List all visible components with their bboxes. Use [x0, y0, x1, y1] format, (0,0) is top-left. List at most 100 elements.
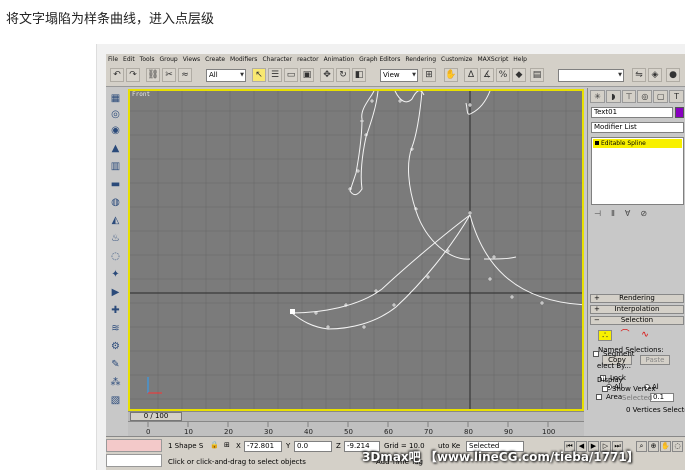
select-object-icon[interactable]: ↖ — [252, 68, 266, 82]
vertex-18[interactable] — [468, 211, 472, 215]
segment-level-icon[interactable]: ⌒ — [618, 330, 632, 341]
bind-spacewarp-icon[interactable]: ≈ — [178, 68, 192, 82]
menu-customize[interactable]: Customize — [441, 54, 473, 65]
vertex-15[interactable] — [362, 325, 366, 329]
object-color-swatch[interactable] — [675, 107, 684, 118]
pan-icon[interactable]: ✋ — [660, 441, 671, 452]
make-unique-icon[interactable]: ∀ — [625, 209, 630, 221]
menu-rendering[interactable]: Rendering — [405, 54, 436, 65]
sphere-icon[interactable]: ◉ — [109, 124, 122, 137]
y-coord-field[interactable]: 0.0 — [294, 441, 332, 452]
cylinder-icon[interactable]: ◎ — [109, 108, 122, 121]
rollout-selection[interactable]: − Selection — [590, 316, 684, 325]
mirror-icon[interactable]: ⇋ — [632, 68, 646, 82]
maxscript-listener-mini[interactable] — [106, 439, 162, 452]
material-editor-icon[interactable]: ● — [666, 68, 680, 82]
spline-stroke-hook[interactable] — [394, 91, 425, 103]
show-end-result-icon[interactable]: Ⅱ — [611, 209, 615, 221]
vertex-23[interactable] — [468, 103, 472, 107]
spline-stroke-bend[interactable] — [408, 91, 471, 260]
paste-button[interactable]: Paste — [640, 355, 670, 365]
menu-modifiers[interactable]: Modifiers — [230, 54, 257, 65]
vertex-5[interactable] — [370, 99, 374, 103]
modify-tab-icon[interactable]: ◗ — [605, 90, 621, 103]
hierarchy-tab-icon[interactable]: ⊤ — [621, 90, 637, 103]
align-icon[interactable]: ◈ — [648, 68, 662, 82]
grid-icon[interactable]: ▥ — [109, 160, 122, 173]
area-selection-checkbox[interactable] — [596, 394, 602, 400]
rollout-interpolation[interactable]: + Interpolation — [590, 305, 684, 314]
time-slider-track[interactable]: 0 / 100 — [128, 411, 584, 421]
redo-icon[interactable]: ↷ — [126, 68, 140, 82]
rollout-rendering[interactable]: + Rendering — [590, 294, 684, 303]
link-icon[interactable]: ⛓ — [146, 68, 160, 82]
named-selection-dropdown[interactable] — [558, 69, 624, 82]
area-selection-spinner[interactable]: 0.1 — [650, 393, 674, 402]
viewport-label[interactable]: Front — [132, 91, 150, 98]
systems-icon[interactable]: ⚙ — [109, 340, 122, 353]
zoom-all-icon[interactable]: ⊕ — [648, 441, 659, 452]
box-icon[interactable]: ▦ — [109, 92, 122, 105]
menu-character[interactable]: Character — [262, 54, 292, 65]
menu-reactor[interactable]: reactor — [297, 54, 319, 65]
lock-selection-icon[interactable]: 🔒 — [210, 441, 219, 449]
percent-snap-icon[interactable]: % — [496, 68, 510, 82]
vertex-16[interactable] — [392, 303, 396, 307]
menu-views[interactable]: Views — [183, 54, 200, 65]
menu-file[interactable]: File — [108, 54, 118, 65]
vertex-4[interactable] — [360, 119, 364, 123]
move-icon[interactable]: ✥ — [320, 68, 334, 82]
vertex-level-icon[interactable]: ∴ — [598, 330, 612, 341]
menu-help[interactable]: Help — [513, 54, 527, 65]
menu-maxscript[interactable]: MAXScript — [478, 54, 509, 65]
window-crossing-icon[interactable]: ▣ — [300, 68, 314, 82]
scale-icon[interactable]: ◧ — [352, 68, 366, 82]
ref-coord-dropdown[interactable]: View — [380, 69, 418, 82]
maxscript-output-mini[interactable] — [106, 454, 162, 467]
absolute-mode-icon[interactable]: ⊞ — [224, 441, 230, 449]
vertex-20[interactable] — [510, 295, 514, 299]
show-vertex-checkbox[interactable] — [602, 386, 608, 392]
motion-tab-icon[interactable]: ◎ — [637, 90, 653, 103]
select-manipulate-icon[interactable]: ✋ — [444, 68, 458, 82]
menu-tools[interactable]: Tools — [140, 54, 155, 65]
x-coord-field[interactable]: -72.801 — [244, 441, 282, 452]
menu-group[interactable]: Group — [159, 54, 177, 65]
selection-filter-dropdown[interactable]: All — [206, 69, 246, 82]
layer-icon[interactable]: ▬ — [109, 178, 122, 191]
light-icon[interactable]: ✦ — [109, 268, 122, 281]
remove-modifier-icon[interactable]: ⊘ — [640, 209, 647, 221]
menu-create[interactable]: Create — [205, 54, 225, 65]
pivot-icon[interactable]: ⊞ — [422, 68, 436, 82]
torus-icon[interactable]: ◌ — [109, 250, 122, 263]
first-vertex-marker[interactable] — [290, 309, 295, 314]
object-name-field[interactable]: Text01 — [591, 107, 673, 118]
arc-rotate-icon[interactable]: ◌ — [672, 441, 683, 452]
menu-graph-editors[interactable]: Graph Editors — [359, 54, 400, 65]
named-selection-icon[interactable]: ▤ — [530, 68, 544, 82]
spline-stroke-sweep[interactable] — [291, 214, 582, 314]
front-viewport[interactable]: Front — [128, 89, 584, 411]
track-bar-ruler[interactable]: 0 10 20 30 40 50 60 70 80 90 100 — [128, 421, 584, 436]
teapot-icon[interactable]: ♨ — [109, 232, 122, 245]
spinner-snap-icon[interactable]: ◆ — [512, 68, 526, 82]
rect-selection-icon[interactable]: ▭ — [284, 68, 298, 82]
select-by-button[interactable]: elect By... — [597, 362, 631, 370]
helper-icon[interactable]: ✚ — [109, 304, 122, 317]
angle-snap-icon[interactable]: ∡ — [480, 68, 494, 82]
select-by-name-icon[interactable]: ☰ — [268, 68, 282, 82]
unlink-icon[interactable]: ✂ — [162, 68, 176, 82]
time-slider[interactable]: 0 / 100 — [130, 412, 182, 421]
particles-icon[interactable]: ⁂ — [109, 376, 122, 389]
spline-level-icon[interactable]: ∿ — [638, 330, 652, 341]
pin-stack-icon[interactable]: ⊣ — [594, 209, 601, 221]
cone-icon[interactable]: ▲ — [109, 142, 122, 155]
patch-icon[interactable]: ▧ — [109, 394, 122, 407]
spline-stroke-sweep-lower[interactable] — [291, 214, 471, 330]
stack-item-editable-spline[interactable]: Editable Spline — [593, 139, 682, 148]
display-tab-icon[interactable]: ▢ — [653, 90, 669, 103]
utilities-tab-icon[interactable]: T — [669, 90, 684, 103]
camera-icon[interactable]: ▶ — [109, 286, 122, 299]
vertex-21[interactable] — [540, 301, 544, 305]
modifier-list-dropdown[interactable]: Modifier List — [591, 122, 684, 133]
